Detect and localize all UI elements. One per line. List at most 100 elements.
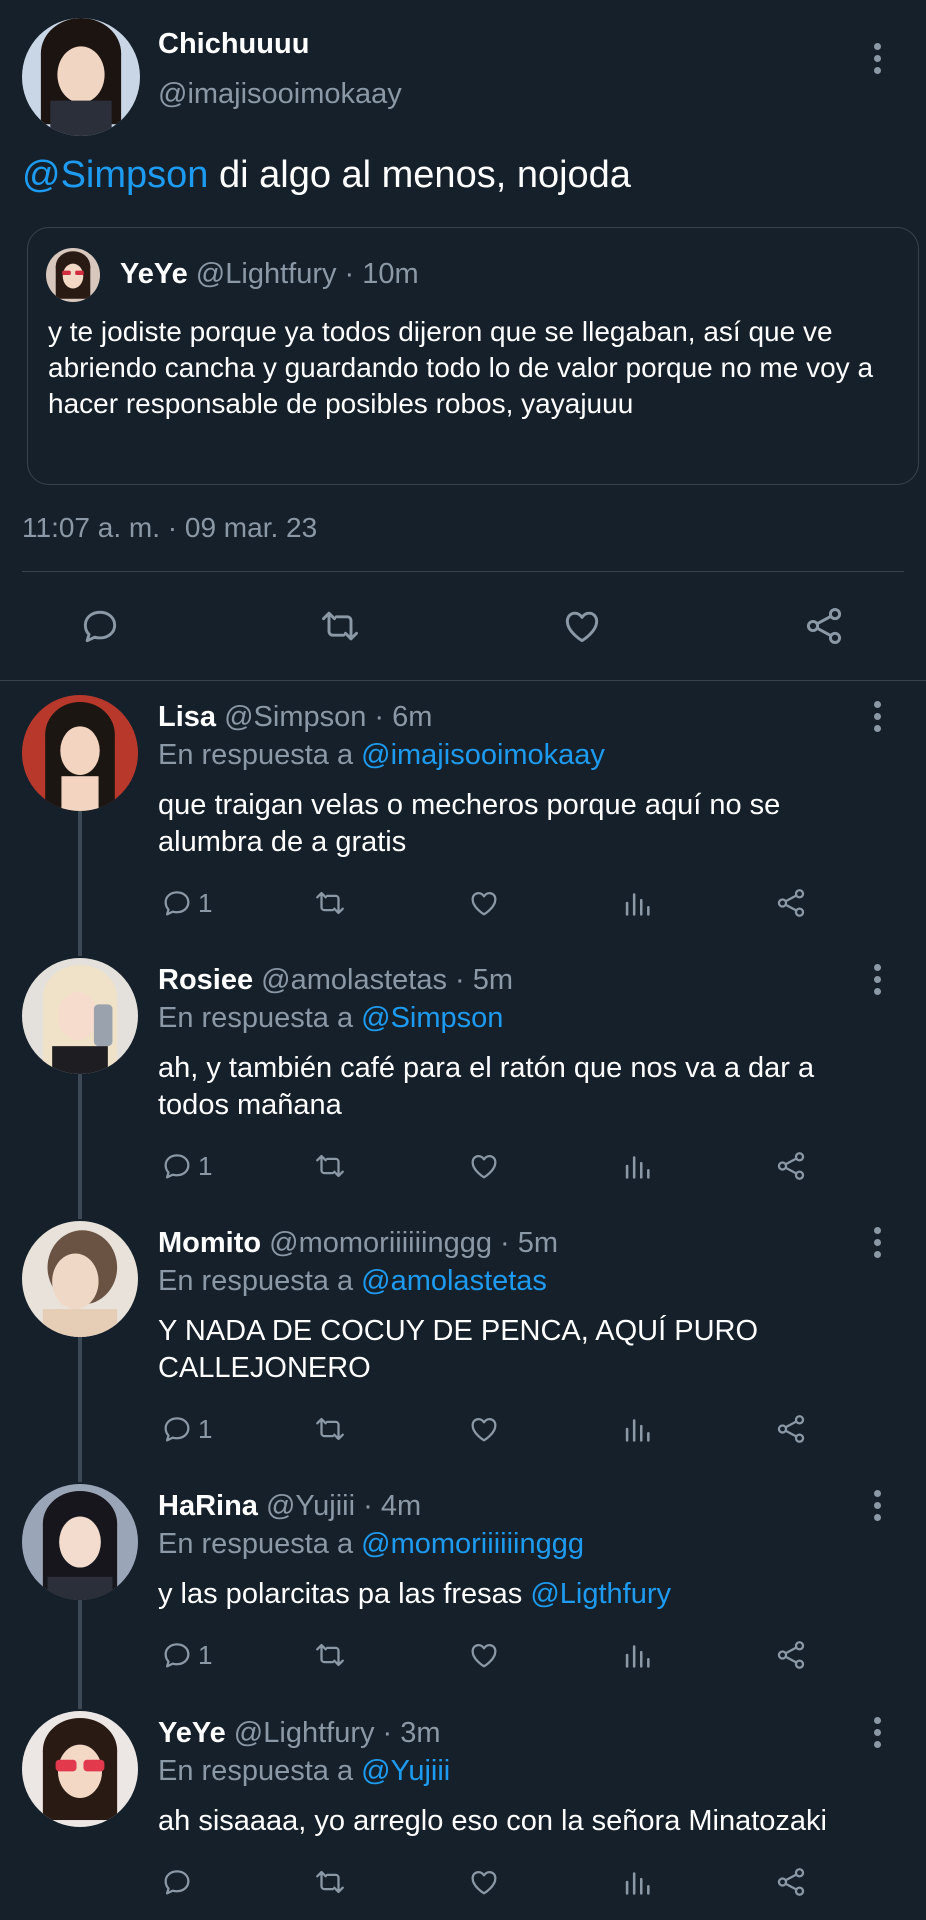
author-meta: @Yujiii · 4m xyxy=(257,1490,422,1522)
more-icon[interactable] xyxy=(874,964,882,995)
reply-tweet[interactable]: Lisa @Simpson · 6m En respuesta a @imaji… xyxy=(0,681,926,944)
reply-actions: 1 xyxy=(0,1637,926,1673)
in-reply-label: En respuesta a xyxy=(158,739,362,771)
retweet-icon[interactable] xyxy=(313,1148,347,1184)
reply-icon xyxy=(164,1643,190,1668)
views-icon[interactable] xyxy=(620,1864,654,1900)
share-icon[interactable] xyxy=(774,1864,808,1900)
quote-author-name: YeYe xyxy=(120,258,188,290)
more-icon[interactable] xyxy=(874,701,882,732)
retweet-icon[interactable] xyxy=(318,604,362,648)
avatar xyxy=(46,248,100,302)
like-icon[interactable] xyxy=(467,885,501,921)
in-reply-label: En respuesta a xyxy=(158,1528,362,1560)
retweet-icon[interactable] xyxy=(313,885,347,921)
reply-button[interactable]: 1 xyxy=(160,1637,212,1673)
like-icon[interactable] xyxy=(467,1411,501,1447)
reply-icon[interactable] xyxy=(78,604,122,648)
retweet-icon[interactable] xyxy=(313,1637,347,1673)
in-reply-to: En respuesta a @Simpson xyxy=(158,1002,503,1035)
thread-line xyxy=(78,1074,82,1207)
divider xyxy=(22,571,904,572)
avatar[interactable] xyxy=(22,18,140,136)
author-name[interactable]: Lisa xyxy=(158,701,216,733)
author-meta: @amolastetas · 5m xyxy=(253,964,514,996)
reply-actions: 1 xyxy=(0,1148,926,1184)
like-icon[interactable] xyxy=(467,1864,501,1900)
reply-button[interactable]: 1 xyxy=(160,885,212,921)
thread-line xyxy=(78,944,82,956)
reply-tweet[interactable]: YeYe @Lightfury · 3m En respuesta a @Yuj… xyxy=(0,1697,926,1920)
reply-text: ah sisaaaa, yo arreglo eso con la señora… xyxy=(158,1805,827,1837)
quoted-tweet[interactable]: YeYe @Lightfury · 10m y te jodiste porqu… xyxy=(27,227,919,485)
avatar[interactable] xyxy=(22,1711,138,1827)
reply-icon xyxy=(164,1870,190,1895)
thread-line xyxy=(78,1697,82,1709)
mention-link[interactable]: @Simpson xyxy=(361,1002,503,1034)
reply-author: Momito @momoriiiiiinggg · 5m xyxy=(158,1227,558,1260)
tweet-body: di algo al menos, nojoda xyxy=(208,154,631,196)
like-icon[interactable] xyxy=(467,1148,501,1184)
quote-author: YeYe @Lightfury · 10m xyxy=(120,258,419,291)
more-icon[interactable] xyxy=(874,1717,882,1748)
quote-author-meta: @Lightfury · 10m xyxy=(187,258,419,290)
like-icon[interactable] xyxy=(560,604,604,648)
mention-link[interactable]: @momoriiiiiinggg xyxy=(361,1528,584,1560)
reply-actions: 1 xyxy=(0,1411,926,1447)
share-icon[interactable] xyxy=(774,1637,808,1673)
more-icon[interactable] xyxy=(874,43,882,74)
main-tweet: Chichuuuu @imajisooimokaay @Simpson di a… xyxy=(0,0,926,680)
avatar[interactable] xyxy=(22,958,138,1074)
author-handle[interactable]: @imajisooimokaay xyxy=(158,78,402,111)
views-icon[interactable] xyxy=(620,1411,654,1447)
mention-link[interactable]: @Ligthfury xyxy=(530,1578,671,1610)
like-icon[interactable] xyxy=(467,1637,501,1673)
reply-tweet[interactable]: Rosiee @amolastetas · 5m En respuesta a … xyxy=(0,944,926,1207)
quote-text: y te jodiste porque ya todos dijeron que… xyxy=(48,316,874,419)
author-name[interactable]: Momito xyxy=(158,1227,261,1259)
tweet-actions xyxy=(0,604,926,648)
author-name[interactable]: YeYe xyxy=(158,1717,226,1749)
in-reply-label: En respuesta a xyxy=(158,1265,362,1297)
avatar[interactable] xyxy=(22,1484,138,1600)
views-icon[interactable] xyxy=(620,885,654,921)
reply-tweet[interactable]: HaRina @Yujiii · 4m En respuesta a @momo… xyxy=(0,1470,926,1697)
reply-text: ah, y también café para el ratón que nos… xyxy=(158,1052,815,1121)
retweet-icon[interactable] xyxy=(313,1864,347,1900)
share-icon[interactable] xyxy=(774,1411,808,1447)
reply-author: Lisa @Simpson · 6m xyxy=(158,701,432,734)
author-name[interactable]: Chichuuuu xyxy=(158,28,309,61)
avatar[interactable] xyxy=(22,1221,138,1337)
reply-text: Y NADA DE COCUY DE PENCA, AQUÍ PURO CALL… xyxy=(158,1315,759,1384)
mention-link[interactable]: @imajisooimokaay xyxy=(361,739,605,771)
views-icon[interactable] xyxy=(620,1637,654,1673)
views-icon[interactable] xyxy=(620,1148,654,1184)
more-icon[interactable] xyxy=(874,1490,882,1521)
reply-icon xyxy=(164,891,190,916)
mention-link[interactable]: @Simpson xyxy=(22,154,208,196)
mention-link[interactable]: @amolastetas xyxy=(361,1265,547,1297)
author-name[interactable]: Rosiee xyxy=(158,964,253,996)
author-meta: @momoriiiiiinggg · 5m xyxy=(261,1227,559,1259)
reply-tweet[interactable]: Momito @momoriiiiiinggg · 5m En respuest… xyxy=(0,1207,926,1470)
reply-button[interactable]: 1 xyxy=(160,1148,212,1184)
in-reply-to: En respuesta a @amolastetas xyxy=(158,1265,547,1298)
tweet-text: @Simpson di algo al menos, nojoda xyxy=(22,154,631,197)
share-icon[interactable] xyxy=(774,885,808,921)
reply-actions: 1 xyxy=(0,885,926,921)
reply-count: 1 xyxy=(198,1639,213,1670)
author-name[interactable]: HaRina xyxy=(158,1490,258,1522)
thread-line xyxy=(78,811,82,944)
share-icon[interactable] xyxy=(774,1148,808,1184)
mention-link[interactable]: @Yujiii xyxy=(361,1755,450,1787)
more-icon[interactable] xyxy=(874,1227,882,1258)
reply-button[interactable]: 1 xyxy=(160,1411,212,1447)
tweet-timestamp[interactable]: 11:07 a. m. · 09 mar. 23 xyxy=(22,512,317,544)
reply-text-body: y las polarcitas pa las fresas xyxy=(158,1578,531,1610)
thread-line xyxy=(78,1337,82,1470)
avatar[interactable] xyxy=(22,695,138,811)
reply-text: y las polarcitas pa las fresas @Ligthfur… xyxy=(158,1576,878,1613)
share-icon[interactable] xyxy=(802,604,846,648)
retweet-icon[interactable] xyxy=(313,1411,347,1447)
reply-button[interactable] xyxy=(160,1864,198,1900)
